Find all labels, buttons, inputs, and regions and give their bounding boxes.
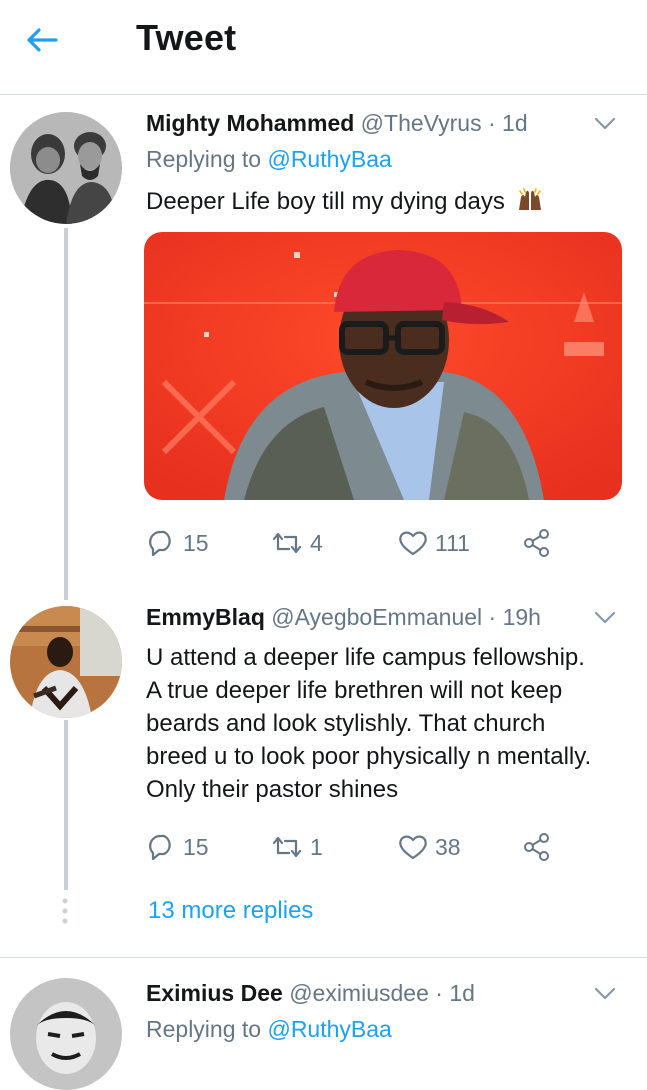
tweet-text-line: breed u to look poor physically n mental… bbox=[146, 743, 592, 770]
chevron-down-icon[interactable] bbox=[594, 987, 616, 1001]
retweet-count: 1 bbox=[310, 833, 323, 860]
tweet-text: Deeper Life boy till my dying days bbox=[146, 185, 626, 218]
retweet-icon bbox=[272, 836, 302, 858]
raised-hands-emoji-icon bbox=[518, 188, 541, 210]
tweet-text-line: Only their pastor shines bbox=[146, 776, 399, 803]
tweet-photo[interactable] bbox=[144, 232, 622, 500]
reply-count: 15 bbox=[183, 833, 209, 860]
thread-line bbox=[64, 720, 68, 890]
like-icon bbox=[399, 531, 427, 556]
more-dots-icon bbox=[62, 898, 68, 924]
like-button[interactable]: 111 bbox=[397, 528, 470, 558]
page-title: Tweet bbox=[136, 17, 237, 58]
avatar[interactable] bbox=[10, 978, 122, 1090]
tweet-text-content: Deeper Life boy till my dying days bbox=[146, 188, 505, 215]
like-button[interactable]: 38 bbox=[397, 832, 461, 862]
timestamp: 1d bbox=[449, 980, 475, 1006]
tweet-text-line: beards and look stylishly. That church bbox=[146, 710, 546, 737]
divider bbox=[0, 957, 647, 958]
separator: · bbox=[488, 604, 497, 630]
avatar[interactable] bbox=[10, 112, 122, 224]
reply-icon bbox=[149, 530, 171, 557]
share-button[interactable] bbox=[522, 528, 558, 558]
like-count: 111 bbox=[435, 529, 470, 556]
reply-button[interactable]: 15 bbox=[147, 832, 209, 862]
share-button[interactable] bbox=[522, 832, 558, 862]
retweet-icon bbox=[272, 532, 302, 554]
reply-icon bbox=[149, 834, 171, 861]
back-arrow-icon[interactable] bbox=[22, 20, 62, 60]
reply-button[interactable]: 15 bbox=[147, 528, 209, 558]
author-name[interactable]: Eximius Dee bbox=[146, 980, 283, 1006]
like-icon bbox=[399, 835, 427, 860]
author-handle[interactable]: @AyegboEmmanuel bbox=[271, 604, 482, 630]
tweet-header: Eximius Dee @eximiusdee · 1d bbox=[146, 980, 475, 1007]
separator: · bbox=[435, 980, 443, 1006]
replying-to: Replying to @RuthyBaa bbox=[146, 1016, 392, 1043]
share-icon bbox=[524, 529, 549, 557]
tweet-header: Mighty Mohammed @TheVyrus · 1d bbox=[146, 110, 528, 137]
avatar[interactable] bbox=[10, 606, 122, 718]
replying-label: Replying to bbox=[146, 146, 268, 172]
replying-user-link[interactable]: @RuthyBaa bbox=[267, 146, 391, 172]
author-handle[interactable]: @eximiusdee bbox=[289, 980, 429, 1006]
replying-label: Replying to bbox=[146, 1016, 268, 1042]
tweet-text-line: A true deeper life brethren will not kee… bbox=[146, 677, 563, 704]
author-name[interactable]: Mighty Mohammed bbox=[146, 110, 354, 136]
author-handle[interactable]: @TheVyrus bbox=[361, 110, 482, 136]
tweet-text-line: U attend a deeper life campus fellowship… bbox=[146, 644, 585, 671]
chevron-down-icon[interactable] bbox=[594, 117, 616, 131]
timestamp: 19h bbox=[502, 604, 541, 630]
separator: · bbox=[487, 110, 496, 136]
share-icon bbox=[524, 833, 549, 861]
retweet-button[interactable]: 1 bbox=[270, 832, 323, 862]
timestamp: 1d bbox=[502, 110, 528, 136]
replying-to: Replying to @RuthyBaa bbox=[146, 146, 392, 173]
tweet-text: U attend a deeper life campus fellowship… bbox=[146, 641, 636, 806]
replying-user-link[interactable]: @RuthyBaa bbox=[267, 1016, 391, 1042]
thread-line bbox=[64, 228, 68, 600]
like-count: 38 bbox=[435, 833, 461, 860]
reply-count: 15 bbox=[183, 529, 209, 556]
retweet-count: 4 bbox=[310, 529, 323, 556]
more-replies-link[interactable]: 13 more replies bbox=[148, 897, 313, 925]
author-name[interactable]: EmmyBlaq bbox=[146, 604, 265, 630]
retweet-button[interactable]: 4 bbox=[270, 528, 323, 558]
top-bar: Tweet bbox=[0, 0, 647, 95]
tweet-header: EmmyBlaq @AyegboEmmanuel · 19h bbox=[146, 604, 541, 631]
chevron-down-icon[interactable] bbox=[594, 611, 616, 625]
